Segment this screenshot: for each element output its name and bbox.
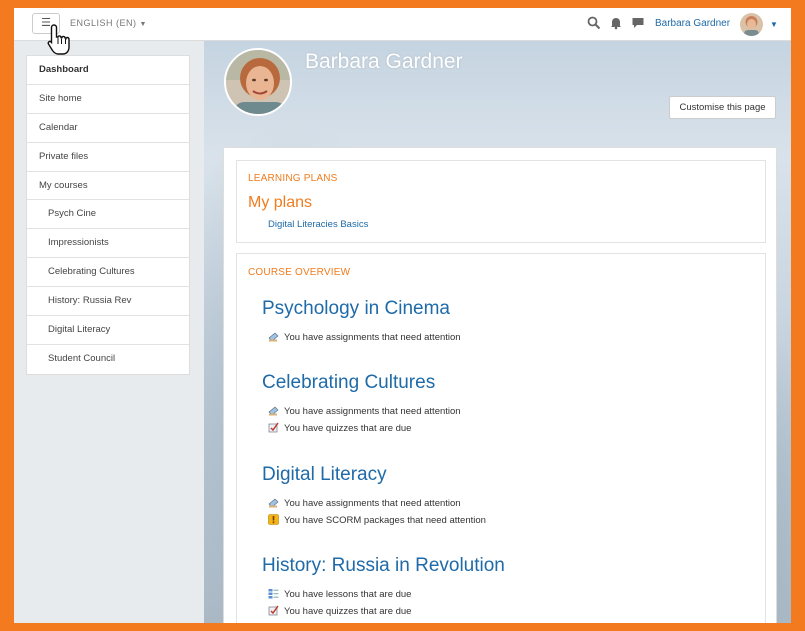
assignment-icon — [268, 406, 279, 416]
sidebar-item-dashboard[interactable]: Dashboard — [27, 56, 189, 85]
course-title-history-russia-in-revolution[interactable]: History: Russia in Revolution — [262, 555, 505, 577]
course-overview-block: COURSE OVERVIEW Psychology in Cinema You… — [236, 253, 766, 623]
sidebar-item-student-council[interactable]: Student Council — [27, 345, 189, 374]
course-notice-text: You have quizzes that are due — [284, 423, 412, 434]
course-overview-heading: COURSE OVERVIEW — [248, 267, 351, 278]
sidebar-item-private-files[interactable]: Private files — [27, 143, 189, 172]
course-notice-text: You have assignments that need attention — [284, 498, 461, 509]
course-notice[interactable]: You have assignments that need attention — [268, 405, 461, 419]
notifications-icon[interactable] — [609, 16, 623, 30]
quiz-icon — [268, 605, 279, 616]
course-title-psychology-in-cinema[interactable]: Psychology in Cinema — [262, 298, 450, 320]
hand-cursor-icon — [47, 24, 70, 55]
language-selector[interactable]: ENGLISH (EN) ▼ — [70, 18, 147, 28]
search-icon[interactable] — [587, 16, 601, 30]
course-title-digital-literacy[interactable]: Digital Literacy — [262, 464, 387, 486]
main-content-region: LEARNING PLANS My plans Digital Literaci… — [223, 147, 777, 623]
profile-name: Barbara Gardner — [305, 50, 463, 73]
course-notice[interactable]: You have SCORM packages that need attent… — [268, 514, 486, 528]
top-navbar: ☰ ENGLISH (EN) ▼ Barbara Gardner ▼ — [14, 8, 791, 41]
course-notice[interactable]: You have assignments that need attention — [268, 497, 461, 511]
navigation-sidebar: Dashboard Site home Calendar Private fil… — [26, 55, 190, 375]
avatar[interactable] — [740, 13, 763, 36]
chevron-down-icon: ▼ — [139, 21, 147, 28]
course-notice[interactable]: You have quizzes that are due — [268, 605, 411, 619]
sidebar-item-history-russia-rev[interactable]: History: Russia Rev — [27, 287, 189, 317]
sidebar-item-my-courses[interactable]: My courses — [27, 172, 189, 201]
user-menu-name[interactable]: Barbara Gardner — [655, 18, 730, 29]
messages-icon[interactable] — [631, 16, 645, 30]
course-notice-text: You have lessons that are due — [284, 589, 412, 600]
course-notice[interactable]: You have quizzes that are due — [268, 422, 411, 436]
customise-page-button[interactable]: Customise this page — [669, 96, 776, 119]
learning-plans-heading: LEARNING PLANS — [248, 173, 338, 184]
assignment-icon — [268, 332, 279, 342]
course-notice-text: You have assignments that need attention — [284, 332, 461, 343]
user-menu-chevron-icon[interactable]: ▼ — [770, 20, 778, 29]
quiz-icon — [268, 422, 279, 433]
sidebar-item-psych-cine[interactable]: Psych Cine — [27, 200, 189, 230]
course-notice[interactable]: You have assignments that need attention — [268, 331, 461, 345]
lesson-icon — [268, 589, 279, 599]
sidebar-item-site-home[interactable]: Site home — [27, 85, 189, 114]
course-notice-text: You have quizzes that are due — [284, 606, 412, 617]
sidebar-item-impressionists[interactable]: Impressionists — [27, 229, 189, 259]
browser-frame: ☰ ENGLISH (EN) ▼ Barbara Gardner ▼ Dashb… — [14, 8, 791, 623]
course-notice[interactable]: You have lessons that are due — [268, 588, 411, 602]
assignment-icon — [268, 498, 279, 508]
learning-plans-block: LEARNING PLANS My plans Digital Literaci… — [236, 160, 766, 243]
profile-picture — [224, 48, 292, 116]
course-title-celebrating-cultures[interactable]: Celebrating Cultures — [262, 372, 435, 394]
course-notice-text: You have SCORM packages that need attent… — [284, 515, 486, 526]
plan-link-digital-literacies-basics[interactable]: Digital Literacies Basics — [268, 219, 368, 230]
language-label: ENGLISH (EN) — [70, 18, 137, 28]
scorm-icon — [268, 514, 279, 525]
my-plans-heading: My plans — [248, 194, 313, 211]
sidebar-item-digital-literacy[interactable]: Digital Literacy — [27, 316, 189, 345]
course-notice-text: You have assignments that need attention — [284, 406, 461, 417]
sidebar-item-calendar[interactable]: Calendar — [27, 114, 189, 143]
sidebar-item-celebrating-cultures[interactable]: Celebrating Cultures — [27, 258, 189, 288]
